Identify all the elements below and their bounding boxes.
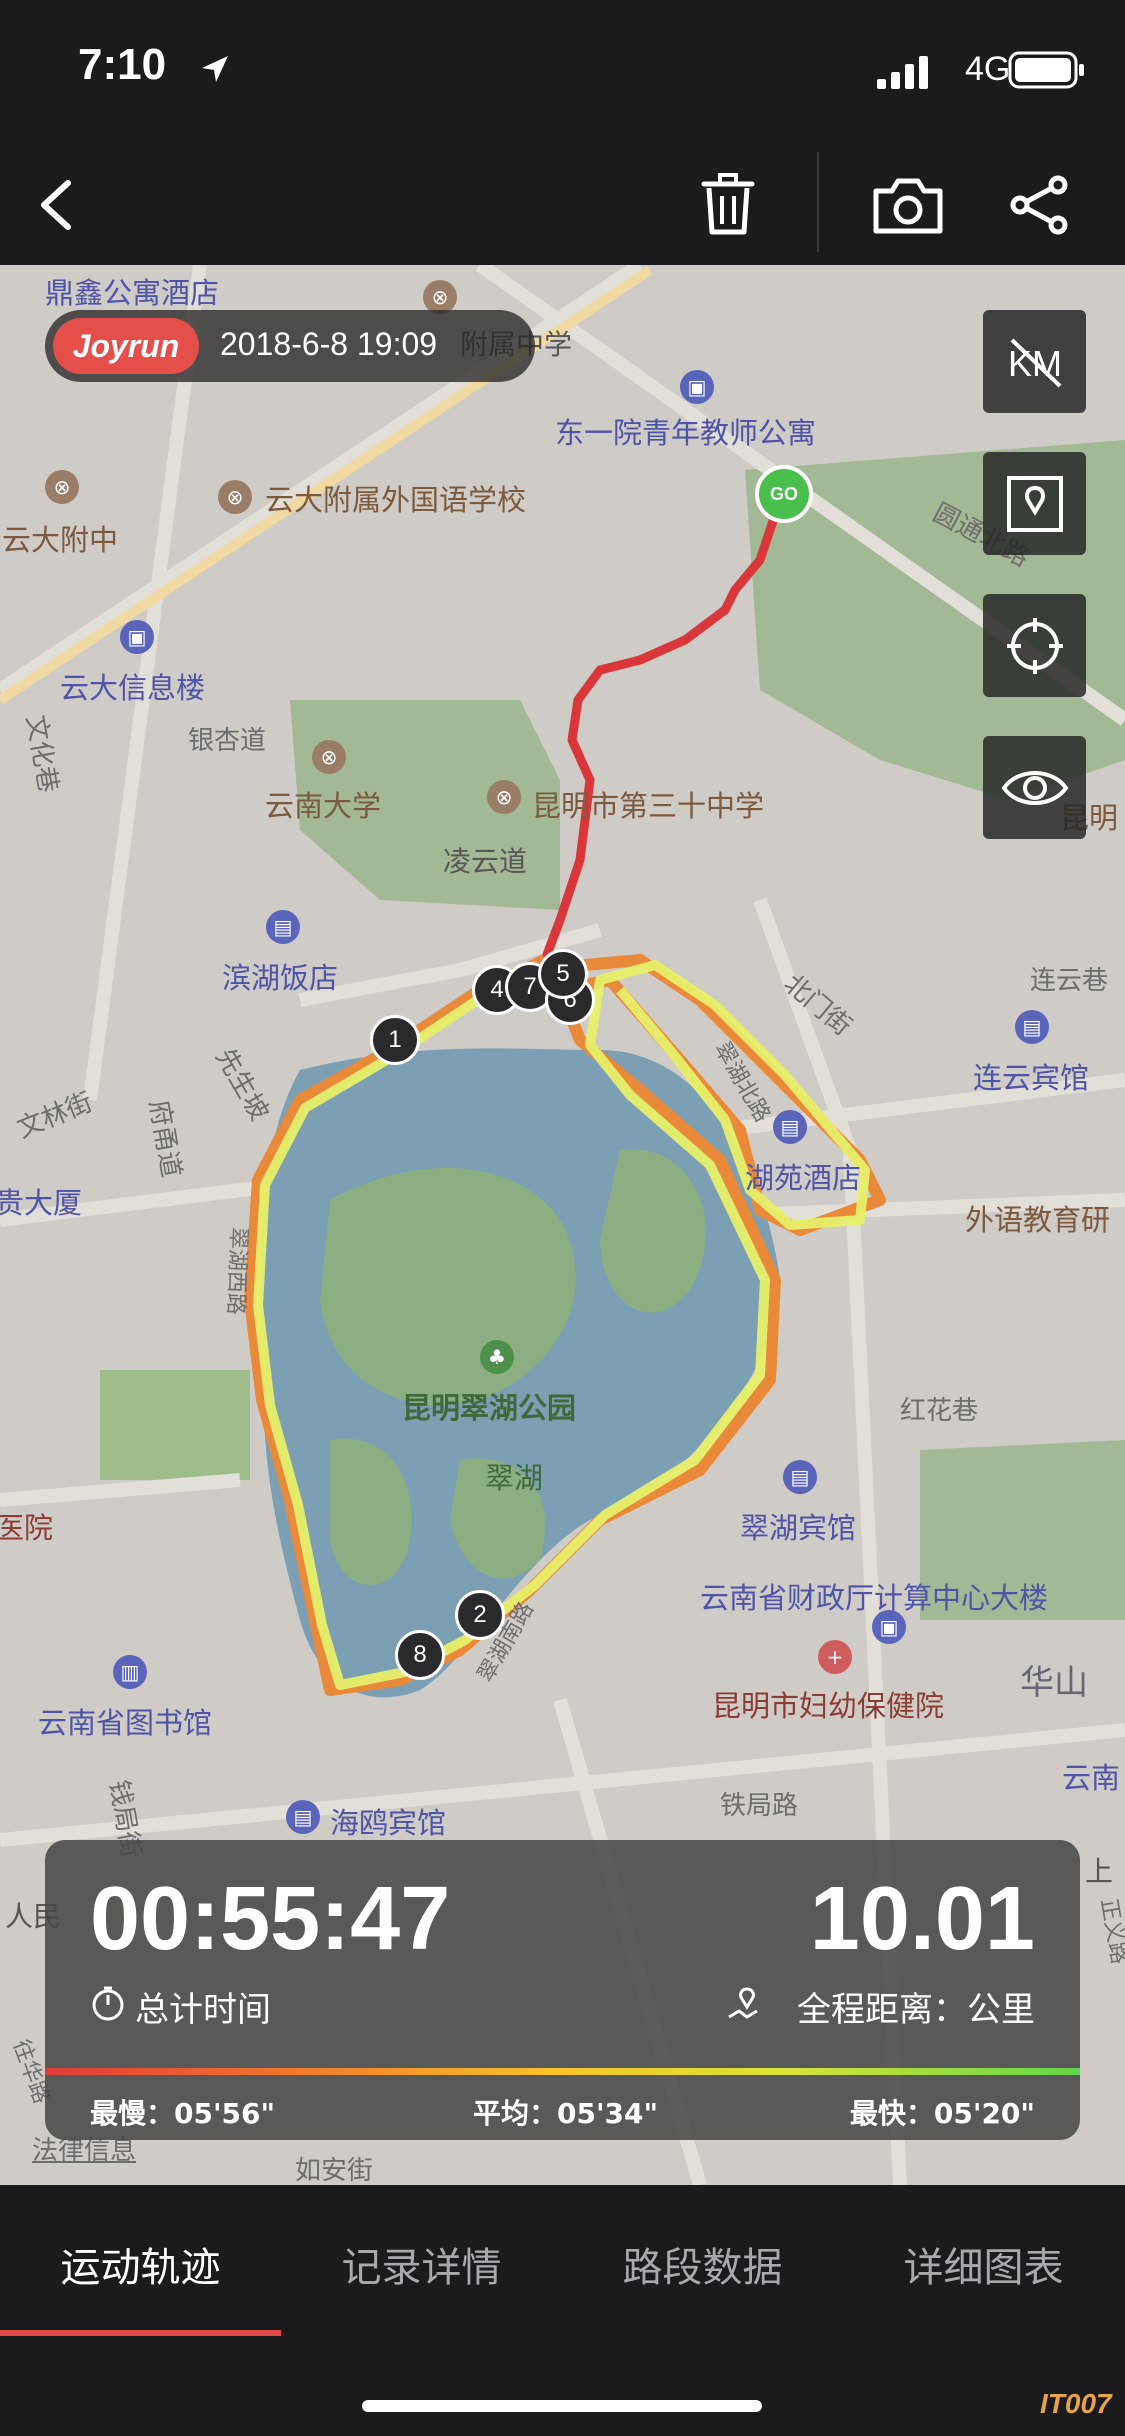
slowest-pace: 最慢：05'56" [90,2097,276,2130]
duration-value: 00:55:47 [90,1869,451,1969]
km-marker[interactable]: 2 [455,1590,505,1640]
active-tab-indicator [0,2330,281,2336]
library-icon: ▥ [113,1655,147,1689]
map-label: 湖苑酒店 [745,1161,862,1195]
bottom-tab-bar: 运动轨迹 记录详情 路段数据 详细图表 [0,2185,1125,2336]
hotel-icon: ▤ [1015,1010,1049,1044]
signal-icon [877,56,928,89]
hotel-icon: ▤ [783,1460,817,1494]
km-marker[interactable]: 1 [370,1015,420,1065]
map-label: 鼎鑫公寓酒店 [45,276,220,310]
map-label: 昆明翠湖公园 [402,1391,577,1425]
building-icon: ▣ [120,620,154,654]
map-label: 上 [1085,1855,1114,1888]
watermark: IT007 [1040,2388,1112,2419]
status-bar: 7:10 4G [0,0,1125,140]
map-label: 昆明市第三十中学 [532,789,765,823]
location-arrow-icon [202,56,228,82]
recenter-button[interactable] [983,594,1086,697]
record-datetime: 2018-6-8 19:09 [220,326,438,362]
school-icon: ⊗ [45,470,79,504]
map-label: 云南省图书馆 [38,1706,213,1740]
map-label: 云南省财政厅计算中心大楼 [700,1581,1049,1615]
hotel-icon: ▤ [266,910,300,944]
status-time: 7:10 [78,40,167,89]
map-label: 铁局路 [720,1791,799,1821]
eye-icon [1001,770,1068,805]
average-pace: 平均：05'34" [473,2097,659,2130]
crosshair-icon [1006,617,1063,674]
start-marker[interactable]: GO [755,465,813,523]
park-icon: ♣ [480,1340,514,1374]
map-label: 红花巷 [900,1396,979,1426]
distance-pin-icon [728,1987,758,2019]
back-icon [41,180,71,230]
share-icon [1010,175,1068,235]
school-icon: ⊗ [218,480,252,514]
map-label: 云南大学 [265,789,382,823]
map-label: 翠湖 [485,1461,544,1495]
screenshot-button[interactable] [863,160,953,250]
duration-label: 总计时间 [135,1990,271,2030]
record-date-badge: Joyrun 2018-6-8 19:09 [45,310,535,382]
timer-icon [92,1986,124,2021]
school-icon: ⊗ [487,780,521,814]
map-label: 医院 [0,1511,54,1545]
tab-detailed-charts[interactable]: 详细图表 [843,2235,1124,2293]
toolbar-divider [817,152,819,252]
map-label: 外语教育研 [965,1203,1111,1237]
home-indicator[interactable] [362,2400,762,2412]
network-type: 4G [965,50,1011,88]
building-icon: ▣ [680,370,714,404]
distance-value: 10.01 [809,1869,1035,1969]
map-label: 如安街 [295,2156,374,2185]
distance-label: 全程距离：公里 [797,1990,1035,2030]
brand-logo: Joyrun [53,318,199,374]
km-marker[interactable]: 8 [395,1630,445,1680]
km-toggle-icon: KM [1008,338,1062,387]
map-label: 滨湖饭店 [222,961,339,995]
fastest-pace: 最快：05'20" [849,2097,1035,2130]
map-label: 凌云道 [443,845,528,878]
map-label: 连云巷 [1030,966,1109,996]
map-label: 银杏道 [188,726,267,756]
map-label: 东一院青年教师公寓 [555,416,817,450]
map-label: 连云宾馆 [973,1061,1090,1095]
map-pin-icon [1006,475,1063,532]
trash-icon [701,173,755,235]
top-toolbar [0,140,1125,265]
back-button[interactable] [12,160,102,250]
map-label: 昆明市妇幼保健院 [712,1689,945,1723]
battery-icon [1008,51,1084,89]
map-style-button[interactable] [983,452,1086,555]
camera-icon [873,178,943,234]
map-label: 云南 [1062,1761,1121,1795]
hotel-icon: ▤ [773,1110,807,1144]
toggle-km-button[interactable]: KM [983,310,1086,413]
map-label: 华山 [1020,1663,1088,1703]
tab-record-details[interactable]: 记录详情 [281,2235,562,2293]
stats-panel: 00:55:47 10.01 总计时间 全程距离：公里 最慢：05'56" 平均… [45,1840,1080,2140]
visibility-button[interactable] [983,736,1086,839]
pace-gradient-bar [45,2068,1080,2075]
share-button[interactable] [995,160,1085,250]
map-label: 贵大厦 [0,1186,83,1220]
tab-route[interactable]: 运动轨迹 [0,2235,281,2293]
delete-button[interactable] [683,160,773,250]
hospital-icon: + [818,1640,852,1674]
map-label: 翠湖宾馆 [740,1511,857,1545]
map-label: 海鸥宾馆 [330,1806,447,1840]
km-marker[interactable]: 5 [538,949,588,999]
hotel-icon: ▤ [286,1800,320,1834]
tab-segment-data[interactable]: 路段数据 [562,2235,843,2293]
school-icon: ⊗ [312,740,346,774]
map-label: 云大附属外国语学校 [265,483,527,517]
map-label: 云大附中 [2,523,119,557]
map-label: 云大信息楼 [60,671,206,705]
school-icon: ⊗ [423,280,457,314]
map-label: 翠湖西路 [222,1226,251,1316]
